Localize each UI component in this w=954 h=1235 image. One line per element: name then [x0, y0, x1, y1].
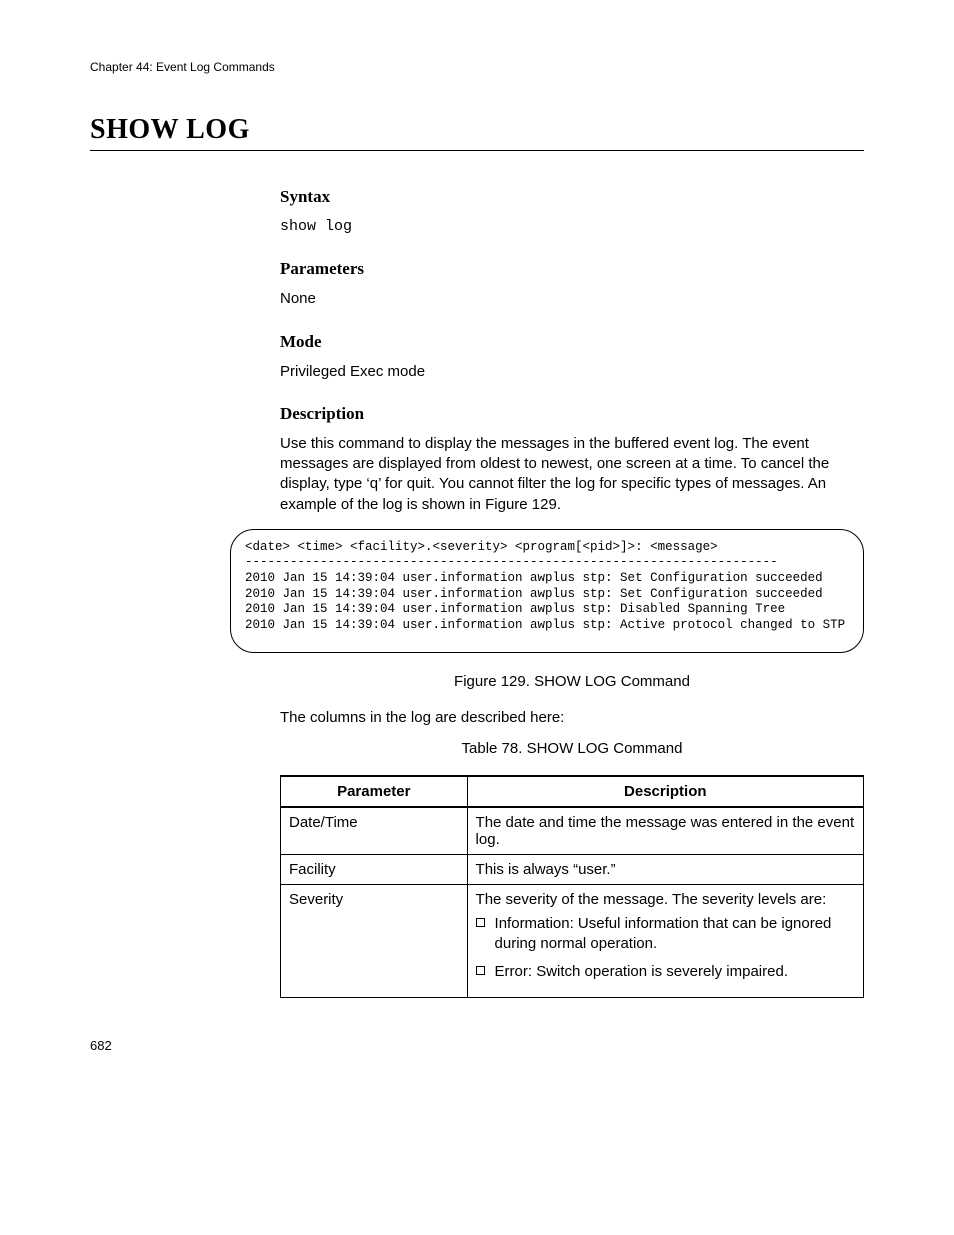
- table-header-row: Parameter Description: [281, 776, 864, 807]
- list-item-text: Information: Useful information that can…: [495, 914, 855, 955]
- square-bullet-icon: [476, 918, 485, 927]
- list-item: Error: Switch operation is severely impa…: [476, 962, 855, 982]
- description-text: Use this command to display the messages…: [280, 434, 864, 515]
- cell-desc: This is always “user.”: [467, 854, 863, 884]
- cell-desc: The severity of the message. The severit…: [467, 884, 863, 997]
- table-row: Date/Time The date and time the message …: [281, 807, 864, 855]
- page-title: SHOW LOG: [90, 114, 864, 146]
- severity-list: Information: Useful information that can…: [476, 914, 855, 983]
- cell-param: Severity: [281, 884, 468, 997]
- parameters-text: None: [280, 289, 864, 309]
- code-example-box: <date> <time> <facility>.<severity> <pro…: [230, 529, 864, 653]
- mode-heading: Mode: [280, 332, 864, 352]
- table-row: Severity The severity of the message. Th…: [281, 884, 864, 997]
- cell-param: Facility: [281, 854, 468, 884]
- cell-desc: The date and time the message was entere…: [467, 807, 863, 855]
- syntax-heading: Syntax: [280, 187, 864, 207]
- th-parameter: Parameter: [281, 776, 468, 807]
- figure-caption: Figure 129. SHOW LOG Command: [280, 673, 864, 690]
- chapter-header: Chapter 44: Event Log Commands: [90, 60, 864, 74]
- mode-text: Privileged Exec mode: [280, 362, 864, 382]
- page-number: 682: [90, 1038, 864, 1053]
- post-code-block: Figure 129. SHOW LOG Command The columns…: [280, 673, 864, 998]
- list-item: Information: Useful information that can…: [476, 914, 855, 955]
- syntax-code: show log: [280, 217, 864, 237]
- parameters-heading: Parameters: [280, 259, 864, 279]
- list-item-text: Error: Switch operation is severely impa…: [495, 962, 788, 982]
- square-bullet-icon: [476, 966, 485, 975]
- columns-intro: The columns in the log are described her…: [280, 708, 864, 728]
- table-row: Facility This is always “user.”: [281, 854, 864, 884]
- th-description: Description: [467, 776, 863, 807]
- content-block: Syntax show log Parameters None Mode Pri…: [280, 187, 864, 515]
- param-table: Parameter Description Date/Time The date…: [280, 775, 864, 998]
- description-heading: Description: [280, 404, 864, 424]
- table-caption: Table 78. SHOW LOG Command: [280, 740, 864, 757]
- severity-intro: The severity of the message. The severit…: [476, 891, 855, 908]
- title-rule: [90, 150, 864, 151]
- cell-param: Date/Time: [281, 807, 468, 855]
